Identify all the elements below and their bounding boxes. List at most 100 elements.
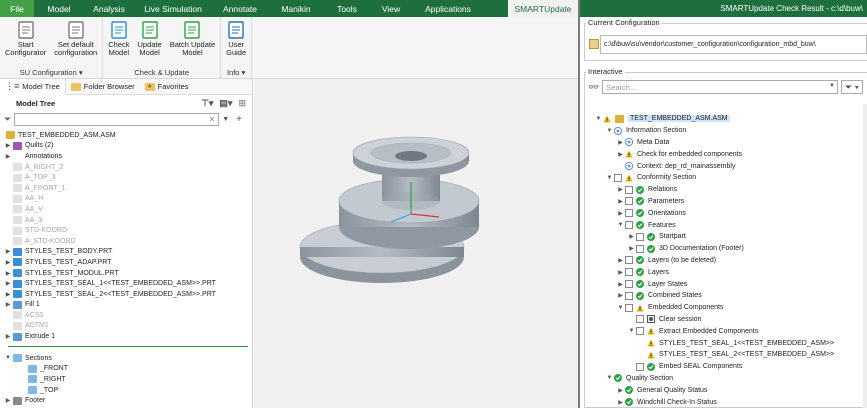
expand-arrow-icon[interactable]: ▶: [616, 257, 625, 264]
tree-item-aa-v[interactable]: AA_V: [0, 204, 252, 215]
tree-item-test-embedded-asm-asm[interactable]: TEST_EMBEDDED_ASM.ASM: [0, 130, 252, 141]
ribbon-group-label[interactable]: SU Configuration ▾: [3, 67, 99, 78]
result-item-embed-seal-components[interactable]: Embed SEAL Components: [594, 361, 867, 373]
set-default-configuration-button[interactable]: Set default configuration: [52, 19, 99, 67]
result-item-startpart[interactable]: ▶ Startpart: [594, 231, 867, 243]
collapse-arrow-icon[interactable]: ▼: [616, 222, 625, 228]
tree-settings-icon[interactable]: ⊤▾: [201, 98, 213, 109]
tree-item-styles-test-seal-1-test-embedded-asm-prt[interactable]: ▶ STYLES_TEST_SEAL_1<<TEST_EMBEDDED_ASM>>…: [0, 278, 252, 289]
collapse-arrow-icon[interactable]: ▼: [605, 175, 614, 181]
ribbon-group-label[interactable]: Info ▾: [224, 67, 248, 78]
tree-item-a-right-2[interactable]: A_RIGHT_2: [0, 162, 252, 173]
tree-item-quilts-2[interactable]: ▶ Quilts (2): [0, 141, 252, 152]
menu-tab-live-simulation[interactable]: Live Simulation: [134, 0, 212, 17]
tree-filter-options-icon[interactable]: ⊞: [238, 98, 246, 109]
config-path-field[interactable]: c:\d\buw\su\vendor\customer_configuratio…: [600, 35, 867, 54]
tab-favorites[interactable]: ★ Favorites: [140, 79, 194, 95]
search-dropdown-icon[interactable]: ▼: [829, 83, 835, 89]
menu-tab-model[interactable]: Model: [34, 0, 84, 17]
expand-arrow-icon[interactable]: ▶: [627, 233, 636, 240]
tree-item-aa-3[interactable]: AA_3: [0, 215, 252, 226]
expand-arrow-icon[interactable]: ▶: [3, 142, 13, 149]
collapse-arrow-icon[interactable]: ▼: [627, 328, 636, 334]
expand-arrow-icon[interactable]: ▶: [3, 259, 13, 266]
start-configurator-button[interactable]: Start Configurator: [3, 19, 48, 67]
check-model-button[interactable]: Check Model: [106, 19, 131, 67]
tab-folder-browser[interactable]: Folder Browser: [66, 79, 140, 95]
tree-item-std-koord[interactable]: STD-KOORD: [0, 225, 252, 236]
result-item-styles-test-seal-1-test-embedded-asm[interactable]: STYLES_TEST_SEAL_1<<TEST_EMBEDDED_ASM>>: [594, 337, 867, 349]
expand-arrow-icon[interactable]: ▶: [3, 333, 13, 340]
result-checkbox[interactable]: [625, 221, 633, 230]
collapse-arrow-icon[interactable]: ▼: [3, 355, 13, 361]
result-filter-icon[interactable]: ⏷ ▾: [840, 80, 863, 94]
result-item-3d-documentation-footer[interactable]: ▶ 3D Documentation (Footer): [594, 243, 867, 255]
result-item-layers-to-be-deleted[interactable]: ▶ Layers (to be deleted): [594, 255, 867, 267]
result-item-check-for-embedded-components[interactable]: ▶ Check for embedded components: [594, 148, 867, 160]
result-search-input[interactable]: Search... ▼: [602, 80, 838, 94]
menu-tab-file[interactable]: File: [0, 0, 34, 17]
tree-item-annotations[interactable]: ▶ Annotations: [0, 151, 252, 162]
expand-arrow-icon[interactable]: ▶: [616, 151, 625, 158]
menu-tab-smartupdate[interactable]: SMARTUpdate: [508, 0, 578, 17]
result-checkbox[interactable]: [625, 303, 633, 312]
tree-search-input[interactable]: ✕: [14, 113, 220, 126]
result-item-embedded-components[interactable]: ▼ Embedded Components: [594, 302, 867, 314]
expand-arrow-icon[interactable]: ▶: [3, 397, 13, 404]
expand-arrow-icon[interactable]: ▶: [3, 301, 13, 308]
result-checkbox[interactable]: [625, 280, 633, 289]
clear-search-icon[interactable]: ✕: [209, 115, 216, 124]
tree-item-styles-test-adap-prt[interactable]: ▶ STYLES_TEST_ADAP.PRT: [0, 257, 252, 268]
result-checkbox[interactable]: [625, 256, 633, 265]
expand-arrow-icon[interactable]: ▶: [616, 292, 625, 299]
tree-item-right[interactable]: _RIGHT: [0, 374, 252, 385]
result-item-general-quality-status[interactable]: ▶ General Quality Status: [594, 384, 867, 396]
result-checkbox[interactable]: [636, 315, 644, 324]
tree-item-extrude-1[interactable]: ▶ Extrude 1: [0, 331, 252, 342]
menu-tab-view[interactable]: View: [370, 0, 412, 17]
result-item-conformity-section[interactable]: ▼ Conformity Section: [594, 172, 867, 184]
menu-tab-manikin[interactable]: Manikin: [268, 0, 324, 17]
result-scrollbar[interactable]: [863, 104, 867, 408]
tree-item-a-front-1[interactable]: A_FRONT_1: [0, 183, 252, 194]
menu-tab-analysis[interactable]: Analysis: [84, 0, 134, 17]
expand-arrow-icon[interactable]: ▶: [616, 139, 625, 146]
expand-arrow-icon[interactable]: ▶: [616, 186, 625, 193]
result-checkbox[interactable]: [625, 197, 633, 206]
expand-arrow-icon[interactable]: ▶: [616, 387, 625, 394]
result-item-parameters[interactable]: ▶ Parameters: [594, 196, 867, 208]
result-checkbox[interactable]: [614, 173, 622, 182]
search-dropdown-icon[interactable]: ▼: [222, 116, 229, 123]
expand-arrow-icon[interactable]: ▶: [3, 291, 13, 298]
menu-tab-applications[interactable]: Applications: [412, 0, 484, 17]
collapse-arrow-icon[interactable]: ▼: [616, 305, 625, 311]
tree-item-a-std-koord[interactable]: A_STD-KOORD: [0, 236, 252, 247]
expand-arrow-icon[interactable]: ▶: [627, 245, 636, 252]
batch-update-model-button[interactable]: Batch Update Model: [168, 19, 217, 67]
tree-item-styles-test-body-prt[interactable]: ▶ STYLES_TEST_BODY.PRT: [0, 247, 252, 258]
expand-arrow-icon[interactable]: ▶: [616, 399, 625, 406]
expand-arrow-icon[interactable]: ▶: [616, 198, 625, 205]
result-checkbox[interactable]: [636, 362, 644, 371]
result-item-layer-states[interactable]: ▶ Layer States: [594, 278, 867, 290]
tree-item-front[interactable]: _FRONT: [0, 364, 252, 375]
tree-item-styles-test-modul-prt[interactable]: ▶ STYLES_TEST_MODUL.PRT: [0, 268, 252, 279]
tree-item-acs0[interactable]: ACS0: [0, 310, 252, 321]
result-item-meta-data[interactable]: ▶ Meta Data: [594, 137, 867, 149]
user-guide-button[interactable]: User Guide: [224, 19, 248, 67]
collapse-arrow-icon[interactable]: ▼: [605, 128, 614, 134]
result-item-extract-embedded-components[interactable]: ▼ Extract Embedded Components: [594, 325, 867, 337]
tree-item-footer[interactable]: ▶ Footer: [0, 395, 252, 406]
result-item-information-section[interactable]: ▼ Information Section: [594, 125, 867, 137]
result-item-clear-session[interactable]: Clear session: [594, 314, 867, 326]
expand-arrow-icon[interactable]: ▶: [616, 269, 625, 276]
result-item-orientations[interactable]: ▶ Orientations: [594, 207, 867, 219]
result-checkbox[interactable]: [636, 327, 644, 336]
tree-columns-icon[interactable]: ▤▾: [219, 98, 232, 109]
result-item-quality-section[interactable]: ▼ Quality Section: [594, 373, 867, 385]
result-checkbox[interactable]: [636, 232, 644, 241]
tree-item-a-top-3[interactable]: A_TOP_3: [0, 172, 252, 183]
expand-arrow-icon[interactable]: ▶: [616, 281, 625, 288]
expand-arrow-icon[interactable]: ▶: [3, 270, 13, 277]
expand-arrow-icon[interactable]: ▶: [3, 153, 13, 160]
